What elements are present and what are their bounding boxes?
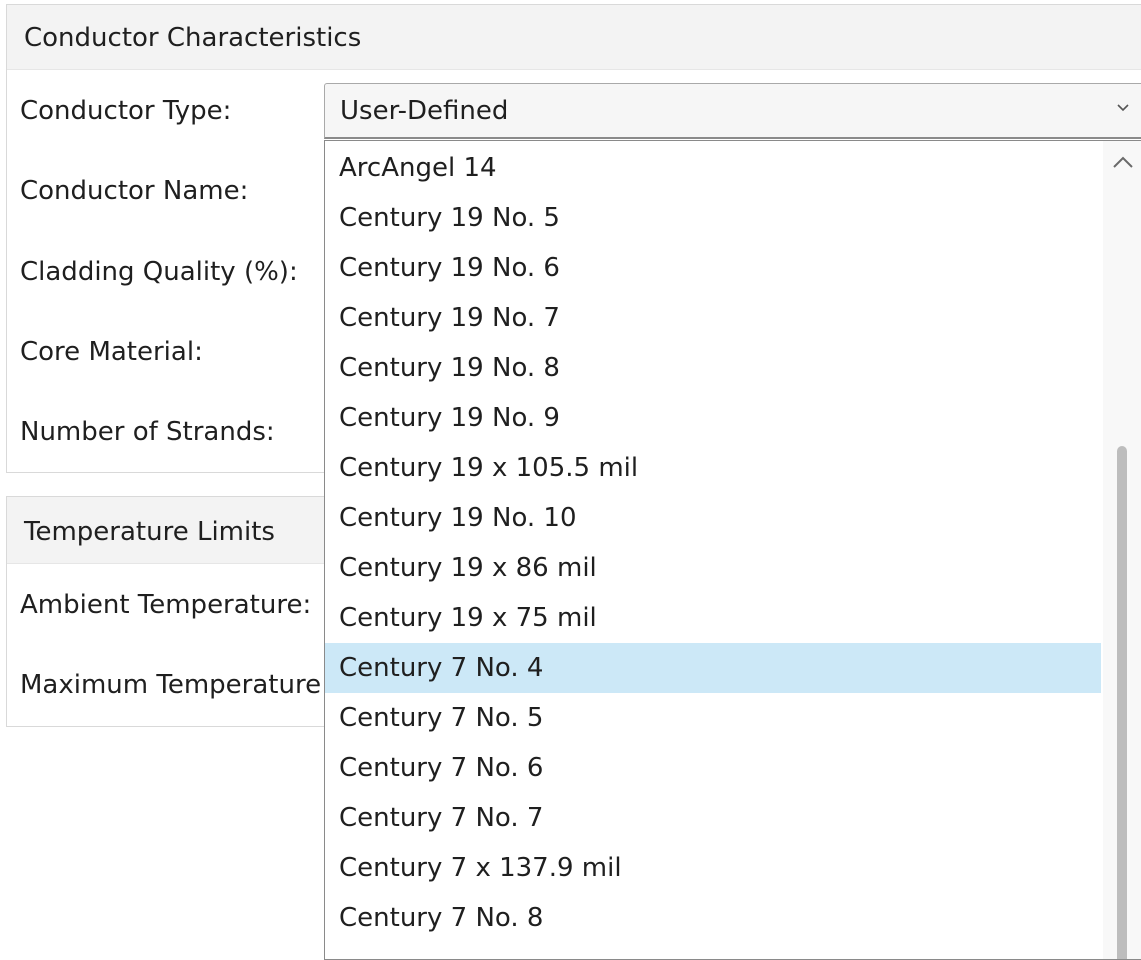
temperature-limits-title: Temperature Limits bbox=[24, 517, 275, 547]
dropdown-item[interactable]: Century 19 No. 5 bbox=[325, 193, 1101, 243]
conductor-characteristics-header: Conductor Characteristics bbox=[7, 5, 1141, 70]
dropdown-item[interactable]: Century 19 No. 8 bbox=[325, 343, 1101, 393]
ambient-temperature-label: Ambient Temperature: bbox=[20, 590, 312, 620]
core-material-label: Core Material: bbox=[20, 337, 203, 367]
conductor-type-label: Conductor Type: bbox=[20, 96, 232, 126]
dropdown-item[interactable]: Century 19 x 86 mil bbox=[325, 543, 1101, 593]
dropdown-item[interactable]: Century 19 No. 7 bbox=[325, 293, 1101, 343]
chevron-down-icon[interactable] bbox=[1113, 98, 1133, 118]
dropdown-item[interactable]: ArcAngel 14 bbox=[325, 143, 1101, 193]
dropdown-item[interactable]: Century 19 x 105.5 mil bbox=[325, 443, 1101, 493]
dropdown-item[interactable]: Century 19 No. 9 bbox=[325, 393, 1101, 443]
scrollbar-thumb[interactable] bbox=[1117, 446, 1127, 959]
dropdown-item[interactable]: Century 7 No. 4 bbox=[325, 643, 1101, 693]
dropdown-items: ArcAngel 14 Century 19 No. 5 Century 19 No… bbox=[325, 143, 1101, 943]
maximum-temperature-label: Maximum Temperature bbox=[20, 670, 322, 700]
conductor-characteristics-title: Conductor Characteristics bbox=[24, 23, 362, 53]
conductor-type-selected-value: User-Defined bbox=[340, 96, 509, 126]
dropdown-item[interactable]: Century 19 No. 6 bbox=[325, 243, 1101, 293]
dropdown-item[interactable]: Century 19 No. 10 bbox=[325, 493, 1101, 543]
chevron-up-icon[interactable] bbox=[1109, 151, 1137, 173]
number-of-strands-label: Number of Strands: bbox=[20, 417, 275, 447]
dropdown-item[interactable]: Century 19 x 75 mil bbox=[325, 593, 1101, 643]
dropdown-item[interactable]: Century 7 x 137.9 mil bbox=[325, 843, 1101, 893]
conductor-name-label: Conductor Name: bbox=[20, 176, 249, 206]
conductor-type-dropdown-list: ArcAngel 14 Century 19 No. 5 Century 19 No… bbox=[324, 140, 1141, 960]
dropdown-item[interactable]: Century 7 No. 8 bbox=[325, 893, 1101, 943]
dropdown-item[interactable]: Century 7 No. 7 bbox=[325, 793, 1101, 843]
dropdown-item[interactable]: Century 7 No. 5 bbox=[325, 693, 1101, 743]
dropdown-item[interactable]: Century 7 No. 6 bbox=[325, 743, 1101, 793]
conductor-type-combobox[interactable]: User-Defined bbox=[324, 83, 1141, 139]
cladding-quality-label: Cladding Quality (%): bbox=[20, 257, 298, 287]
